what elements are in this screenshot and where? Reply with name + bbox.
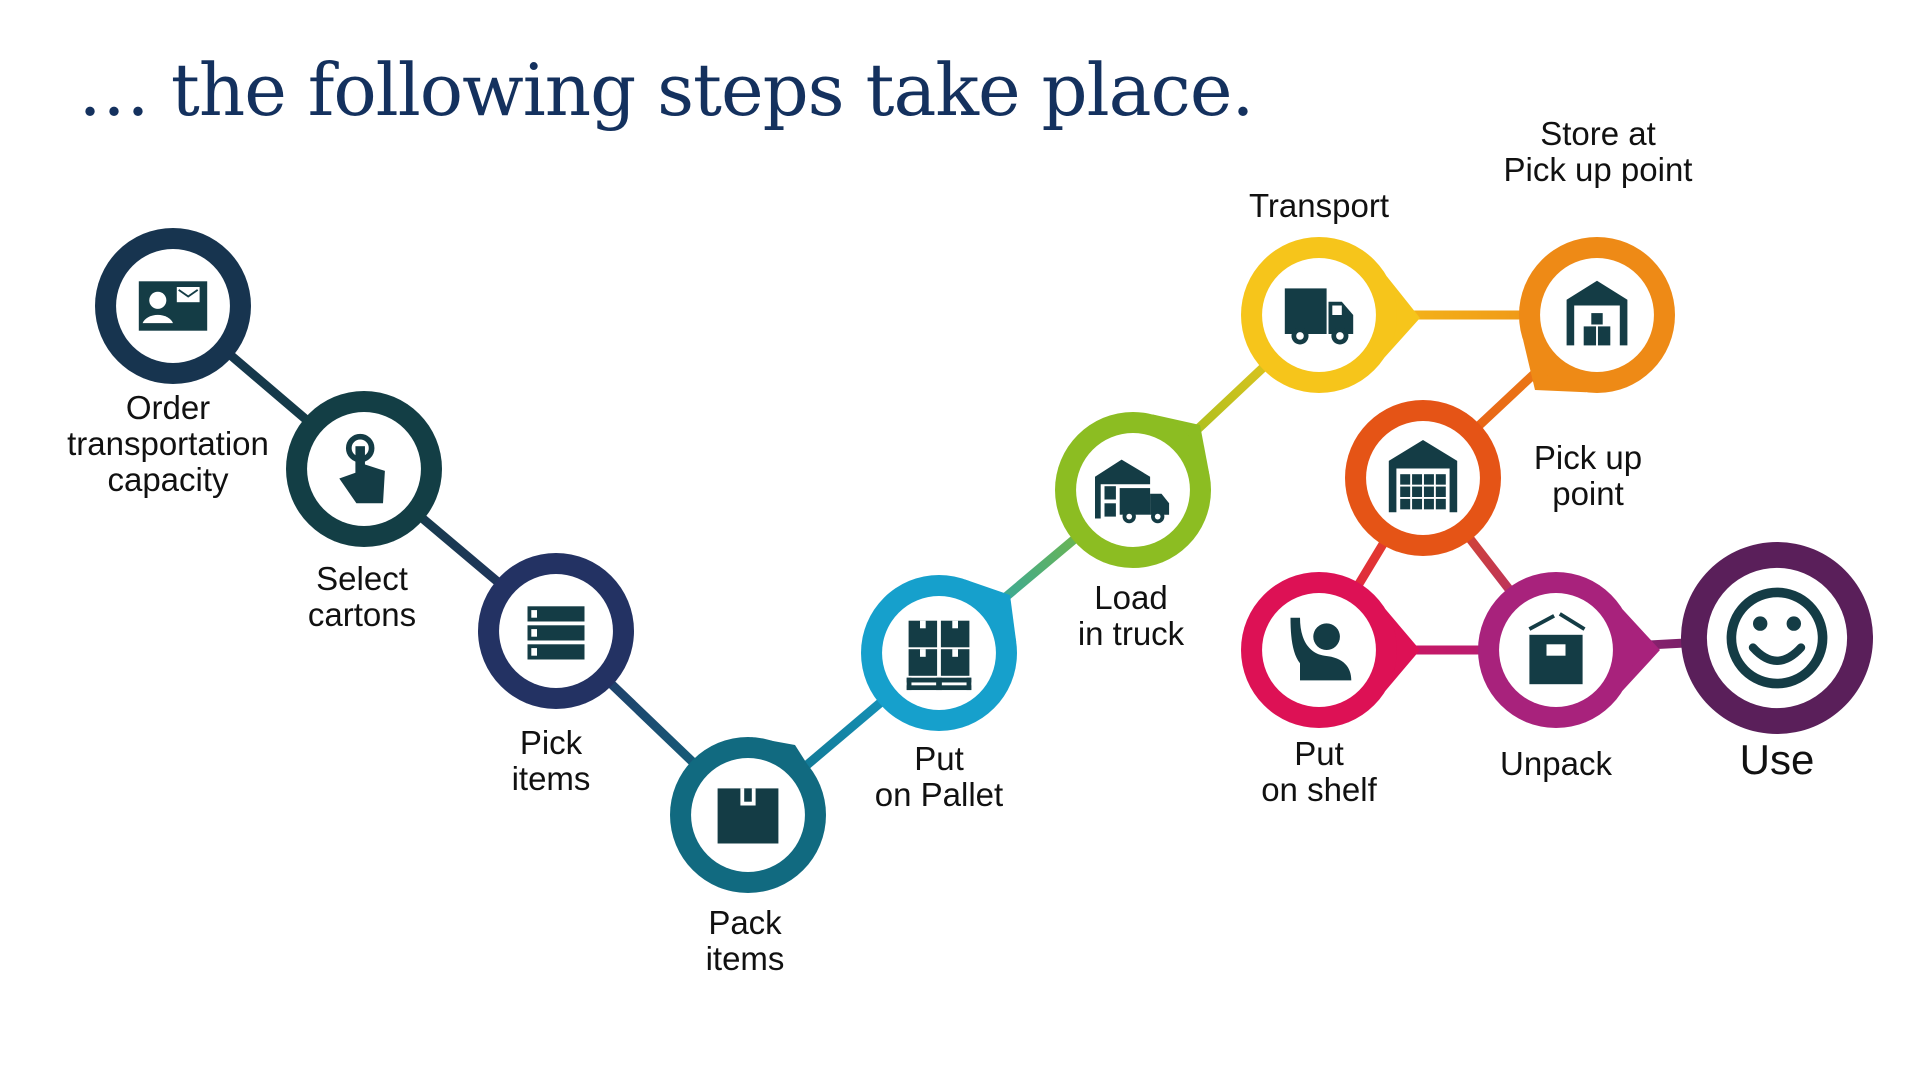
- step-node-unpack: [1478, 572, 1660, 728]
- step-label-line: Put: [914, 740, 964, 777]
- step-label-line: on shelf: [1261, 771, 1377, 808]
- step-node-transport: [1241, 237, 1420, 393]
- step-label-line: Put: [1294, 735, 1344, 772]
- step-label-pick: Pick items: [512, 725, 591, 797]
- step-node-load: [1055, 412, 1211, 568]
- step-node-use: [1681, 542, 1873, 734]
- step-label-line: capacity: [107, 461, 229, 498]
- step-label-line: transportation: [67, 425, 269, 462]
- step-node-pallet: [861, 575, 1017, 731]
- step-label-select: Select cartons: [308, 561, 416, 633]
- step-label-line: items: [705, 940, 785, 977]
- step-node-pickup: [1345, 400, 1501, 556]
- step-node-pack: [670, 737, 826, 893]
- step-label-line: in truck: [1077, 615, 1185, 652]
- step-label-store: Store at Pick up point: [1504, 116, 1693, 188]
- contact-card-icon: [138, 281, 208, 331]
- step-label-line: items: [511, 760, 591, 797]
- step-label-line: Select: [316, 560, 408, 597]
- step-label-line: Transport: [1249, 187, 1389, 224]
- step-label-line: Store at: [1540, 115, 1656, 152]
- step-label-use: Use: [1740, 738, 1815, 782]
- step-node-order: [95, 228, 251, 384]
- step-node-pick: [478, 553, 634, 709]
- step-label-shelf: Put on shelf: [1261, 736, 1377, 808]
- step-label-pallet: Put on Pallet: [875, 741, 1003, 813]
- step-label-line: Use: [1739, 736, 1815, 783]
- step-label-transport: Transport: [1249, 188, 1389, 224]
- step-label-unpack: Unpack: [1500, 746, 1612, 782]
- step-label-line: Pick: [519, 724, 583, 761]
- step-label-line: cartons: [307, 596, 417, 633]
- step-label-load: Load in truck: [1078, 580, 1184, 652]
- step-label-line: point: [1552, 475, 1624, 512]
- step-label-line: Pick up point: [1503, 151, 1693, 188]
- step-node-shelf: [1241, 572, 1420, 728]
- step-label-pack: Pack items: [706, 905, 785, 977]
- step-label-pickup: Pick up point: [1534, 440, 1642, 512]
- step-node-store: [1519, 237, 1675, 393]
- step-label-order: Order transportation capacity: [67, 390, 269, 498]
- box-icon: [717, 788, 779, 844]
- step-label-line: on Pallet: [874, 776, 1004, 813]
- step-label-line: Pack: [708, 904, 782, 941]
- step-label-line: Pick up: [1533, 439, 1643, 476]
- step-label-line: Load: [1094, 579, 1168, 616]
- storage-list-icon: [527, 606, 585, 660]
- step-inner-pallet: [882, 596, 996, 710]
- step-label-line: Order: [125, 389, 211, 426]
- step-node-select: [286, 391, 442, 547]
- step-inner-pickup: [1366, 421, 1480, 535]
- step-label-line: Unpack: [1500, 745, 1612, 782]
- step-inner-shelf: [1262, 593, 1376, 707]
